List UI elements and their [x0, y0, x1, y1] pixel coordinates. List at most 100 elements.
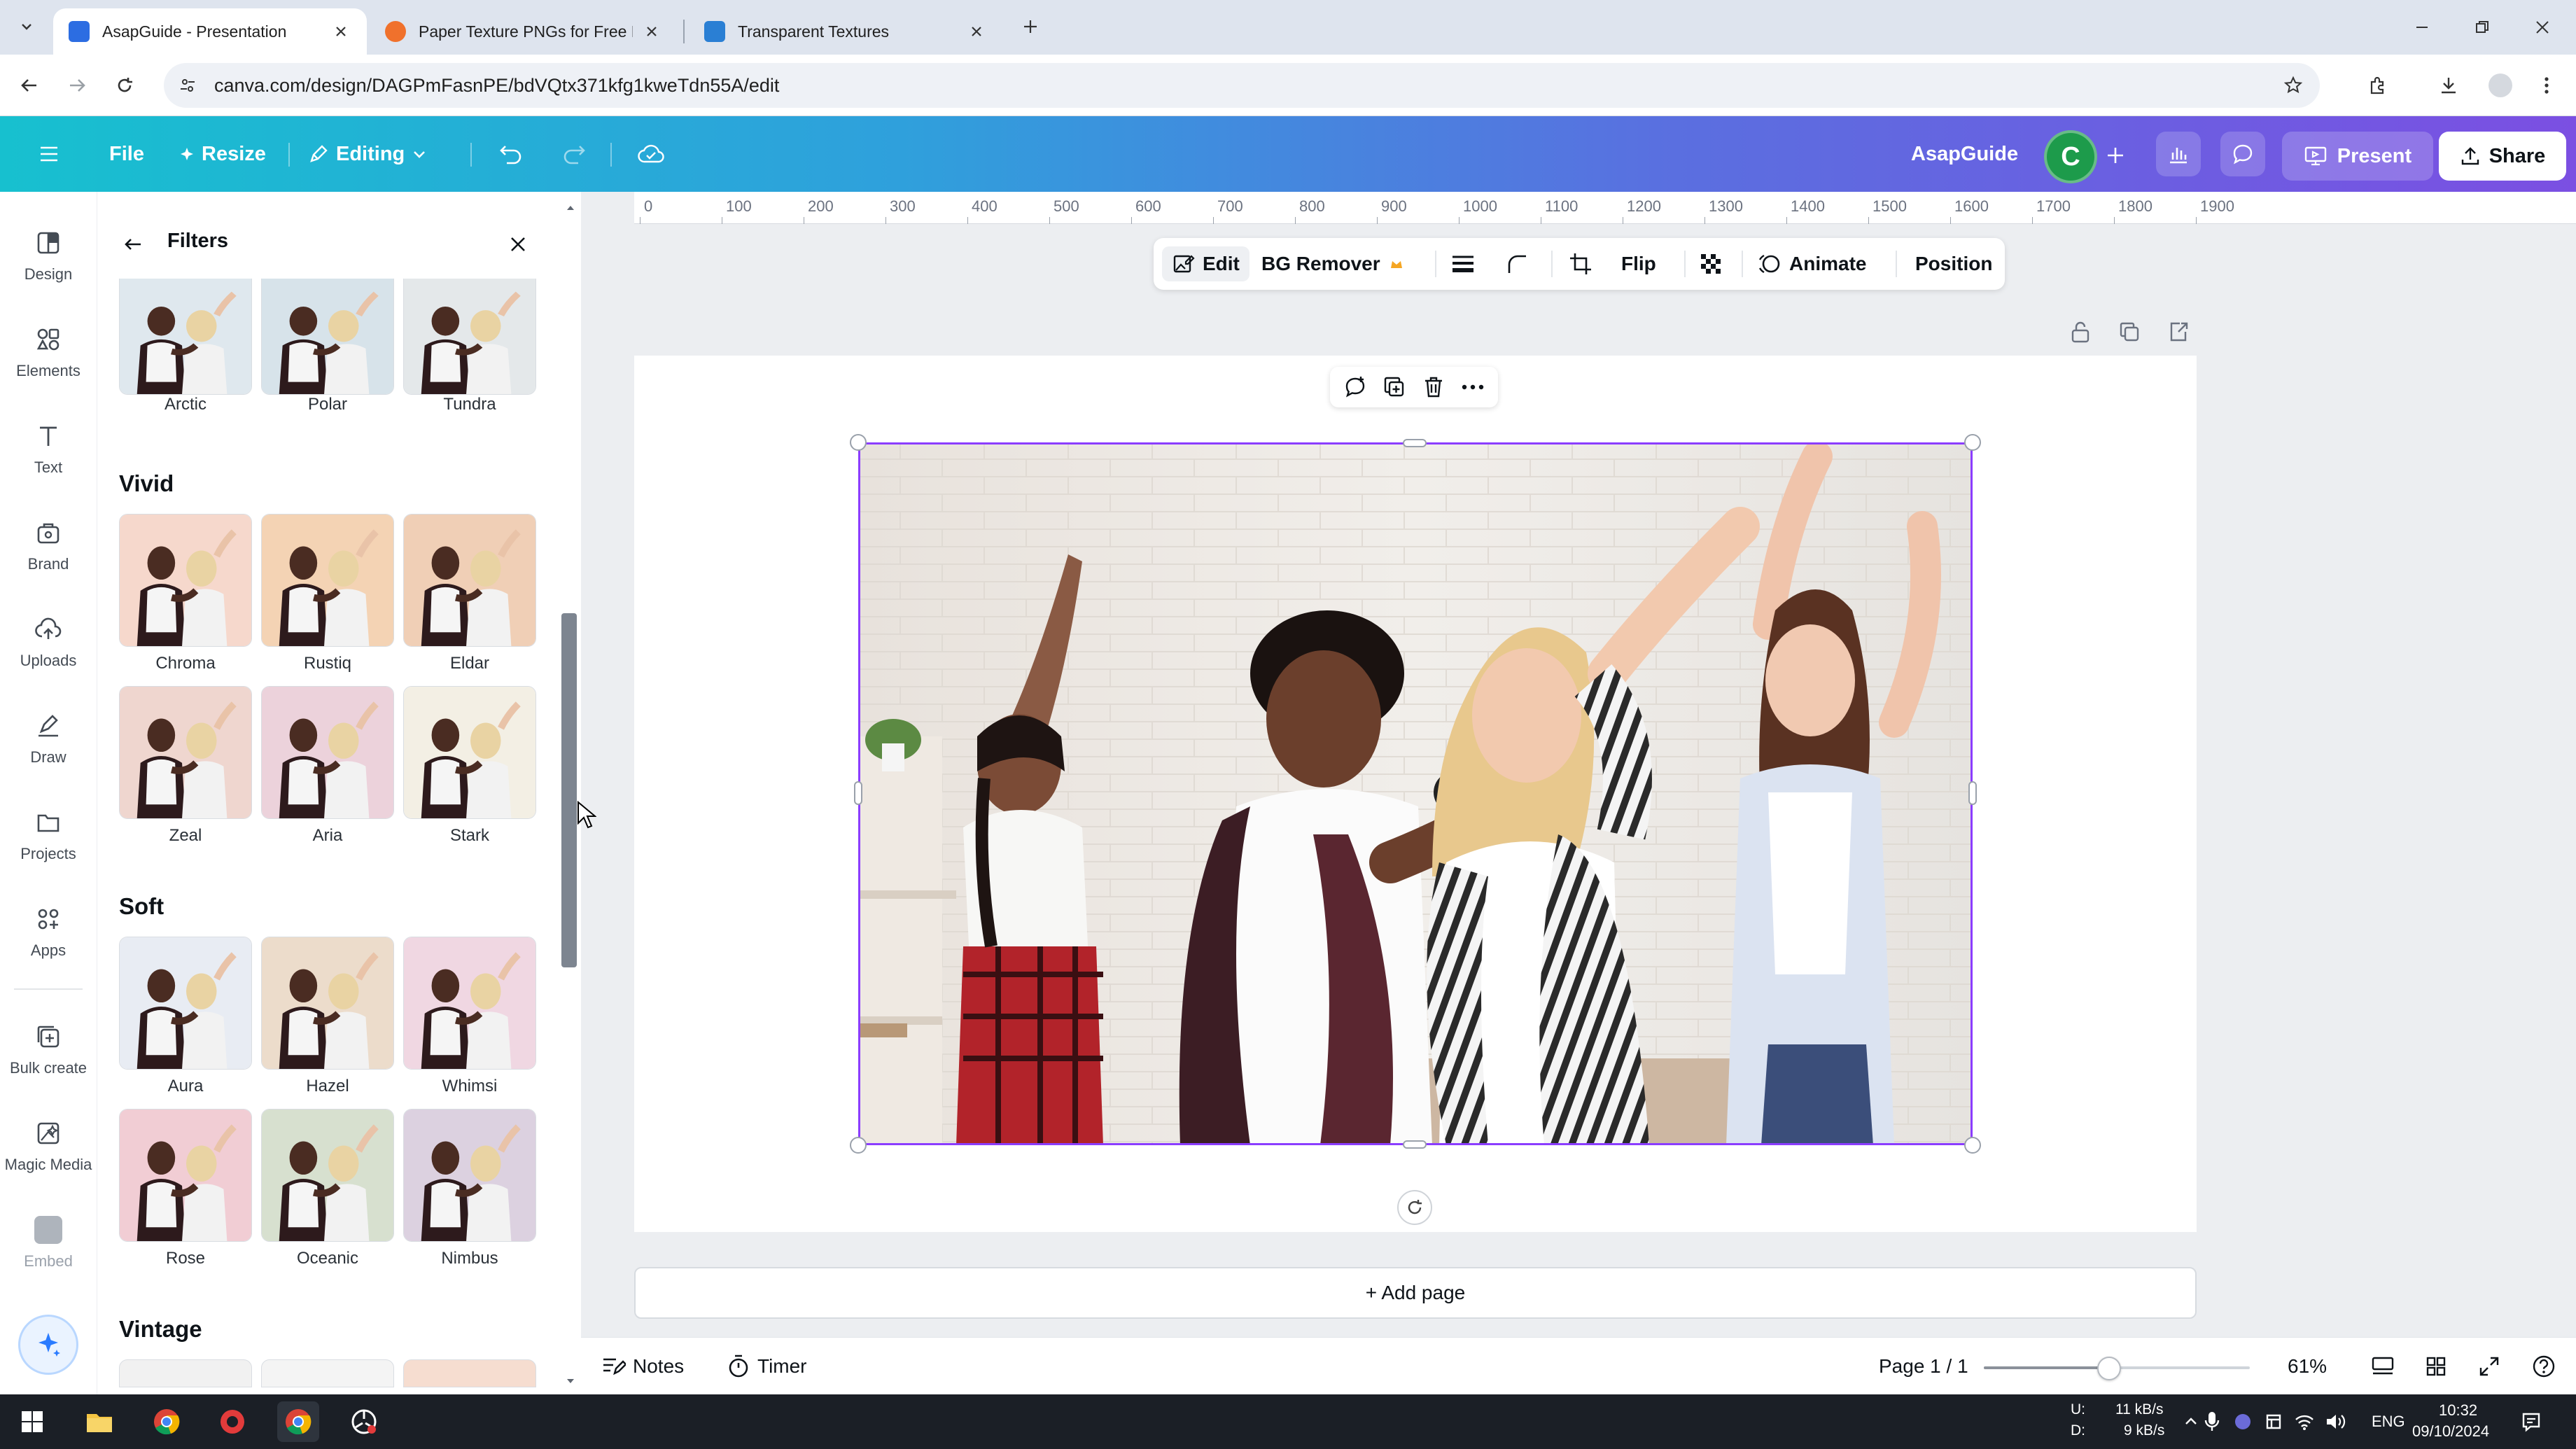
- position-button[interactable]: Position: [1915, 246, 1992, 281]
- share-button[interactable]: Share: [2439, 132, 2566, 181]
- rail-item-bulk-create[interactable]: Bulk create: [0, 1007, 97, 1091]
- transparency-button[interactable]: [1698, 246, 1723, 281]
- rail-item-elements[interactable]: Elements: [0, 309, 97, 393]
- resize-handle-bottom-right[interactable]: [1964, 1137, 1981, 1154]
- zoom-slider-knob[interactable]: [2096, 1357, 2121, 1380]
- rail-item-uploads[interactable]: Uploads: [0, 599, 97, 683]
- filter-thumb-vintage-peek[interactable]: [403, 1359, 536, 1387]
- filter-thumb-aria[interactable]: [261, 686, 394, 819]
- insights-button[interactable]: [2156, 132, 2201, 176]
- rail-item-draw[interactable]: Draw: [0, 696, 97, 780]
- volume-icon[interactable]: [2321, 1401, 2349, 1442]
- magic-assistant-button[interactable]: [18, 1315, 78, 1375]
- browser-tab-asapguide[interactable]: AsapGuide - Presentation: [53, 8, 367, 55]
- filter-thumb-vintage-peek[interactable]: [261, 1359, 394, 1387]
- zoom-level[interactable]: 61%: [2288, 1350, 2327, 1382]
- chrome-app[interactable]: [146, 1401, 188, 1442]
- clock-date[interactable]: 09/10/2024: [2412, 1422, 2489, 1441]
- filter-thumb-hazel[interactable]: [261, 937, 394, 1070]
- wifi-icon[interactable]: [2290, 1401, 2318, 1442]
- border-style-button[interactable]: [1450, 246, 1476, 281]
- duplicate-icon[interactable]: [1379, 372, 1410, 402]
- rail-item-apps[interactable]: Apps: [0, 889, 97, 973]
- fullscreen-button[interactable]: [2478, 1350, 2500, 1382]
- rail-item-magic-media[interactable]: Magic Media: [0, 1103, 97, 1187]
- duplicate-page-icon[interactable]: [2114, 316, 2145, 347]
- filter-thumb-arctic[interactable]: [119, 279, 252, 395]
- close-tab-icon[interactable]: [966, 21, 987, 42]
- timer-button[interactable]: Timer: [727, 1350, 807, 1382]
- close-tab-icon[interactable]: [641, 21, 662, 42]
- new-tab-button[interactable]: [1016, 13, 1044, 41]
- screen-tool-app[interactable]: [343, 1401, 385, 1442]
- obs-tray-icon[interactable]: [2229, 1401, 2257, 1442]
- present-button[interactable]: Present: [2282, 132, 2433, 181]
- close-tab-icon[interactable]: [330, 21, 351, 42]
- undo-button[interactable]: [490, 133, 532, 175]
- filter-thumb-zeal[interactable]: [119, 686, 252, 819]
- browser-tab-transparent-textures[interactable]: Transparent Textures: [689, 8, 1002, 55]
- panel-scroll-thumb[interactable]: [561, 613, 577, 967]
- resize-handle-bottom[interactable]: [1403, 1140, 1427, 1149]
- rotate-handle[interactable]: [1397, 1190, 1432, 1225]
- browser-tab-paper-texture[interactable]: Paper Texture PNGs for Free Do: [370, 8, 678, 55]
- comments-button[interactable]: [2220, 132, 2265, 176]
- forward-button[interactable]: [60, 69, 94, 102]
- notifications-icon[interactable]: [2510, 1401, 2552, 1442]
- resize-handle-left[interactable]: [854, 781, 862, 805]
- lock-page-icon[interactable]: [2065, 316, 2096, 347]
- downloads-icon[interactable]: [2432, 69, 2465, 102]
- start-button[interactable]: [11, 1401, 53, 1442]
- rail-item-text[interactable]: Text: [0, 406, 97, 490]
- filter-thumb-vintage-peek[interactable]: [119, 1359, 252, 1387]
- team-name[interactable]: AsapGuide: [1911, 133, 2018, 175]
- resize-button[interactable]: Resize: [179, 133, 266, 175]
- trash-icon[interactable]: [1418, 372, 1449, 402]
- filter-thumb-eldar[interactable]: [403, 514, 536, 647]
- tab-search-button[interactable]: [13, 13, 41, 41]
- resize-handle-right[interactable]: [1968, 781, 1977, 805]
- rail-item-embed[interactable]: Embed: [0, 1200, 97, 1284]
- filter-thumb-rustiq[interactable]: [261, 514, 394, 647]
- filter-thumb-oceanic[interactable]: [261, 1109, 394, 1242]
- site-info-icon[interactable]: [174, 71, 202, 99]
- tray-app-icon[interactable]: [2260, 1401, 2288, 1442]
- filter-thumb-stark[interactable]: [403, 686, 536, 819]
- bookmark-star-icon[interactable]: [2279, 71, 2307, 99]
- clock-time[interactable]: 10:32: [2439, 1401, 2477, 1420]
- resize-handle-bottom-left[interactable]: [850, 1137, 867, 1154]
- comment-add-icon[interactable]: [1340, 372, 1371, 402]
- filter-thumb-polar[interactable]: [261, 279, 394, 395]
- resize-handle-top-left[interactable]: [850, 434, 867, 451]
- user-avatar[interactable]: C: [2044, 130, 2097, 183]
- recorder-app[interactable]: [211, 1401, 253, 1442]
- reload-button[interactable]: [108, 69, 141, 102]
- filter-thumb-whimsi[interactable]: [403, 937, 536, 1070]
- crop-button[interactable]: [1568, 246, 1593, 281]
- restore-window-button[interactable]: [2461, 10, 2503, 45]
- filter-thumb-rose[interactable]: [119, 1109, 252, 1242]
- file-explorer-app[interactable]: [78, 1401, 120, 1442]
- bg-remover-button[interactable]: BG Remover: [1261, 246, 1404, 281]
- more-vertical-icon[interactable]: [2530, 69, 2563, 102]
- close-panel-button[interactable]: [502, 228, 534, 260]
- invite-button[interactable]: [2093, 133, 2138, 178]
- back-button[interactable]: [13, 69, 46, 102]
- main-menu-button[interactable]: [28, 133, 70, 175]
- filter-thumb-aura[interactable]: [119, 937, 252, 1070]
- rail-item-brand[interactable]: Brand: [0, 503, 97, 587]
- page-view-button[interactable]: [2370, 1350, 2395, 1382]
- address-bar[interactable]: canva.com/design/DAGPmFasnPE/bdVQtx371kf…: [164, 63, 2320, 108]
- editing-mode-dropdown[interactable]: Editing: [308, 133, 434, 175]
- corner-rounding-button[interactable]: [1505, 246, 1529, 281]
- filter-thumb-nimbus[interactable]: [403, 1109, 536, 1242]
- chrome-app-active[interactable]: [277, 1401, 319, 1442]
- rail-item-projects[interactable]: Projects: [0, 792, 97, 876]
- add-page-button[interactable]: + Add page: [634, 1267, 2197, 1319]
- help-button[interactable]: [2531, 1350, 2556, 1382]
- add-page-share-icon[interactable]: [2163, 316, 2194, 347]
- minimize-window-button[interactable]: [2401, 10, 2443, 45]
- filter-thumb-chroma[interactable]: [119, 514, 252, 647]
- flip-button[interactable]: Flip: [1621, 246, 1656, 281]
- extensions-icon[interactable]: [2360, 69, 2394, 102]
